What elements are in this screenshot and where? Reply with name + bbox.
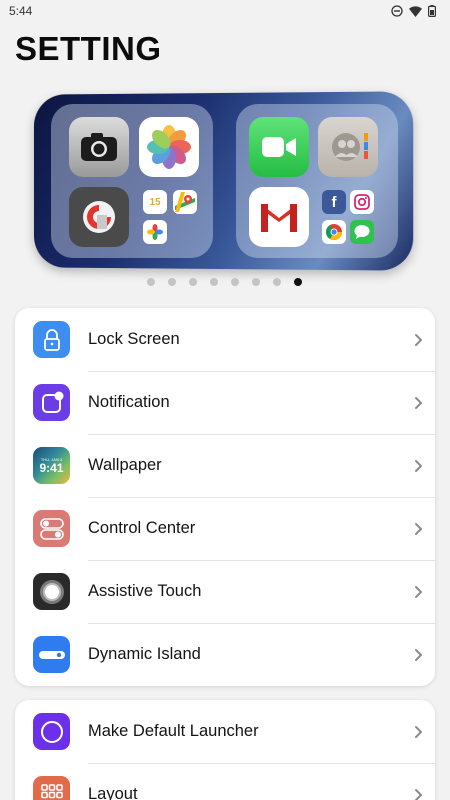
wallpaper-icon: THU, JAN 3 9:41 [33, 447, 70, 484]
maps-app-icon [173, 190, 197, 214]
launcher-preview-banner[interactable]: 15 f [30, 91, 414, 271]
page-dot[interactable] [147, 278, 155, 286]
status-time: 5:44 [9, 4, 33, 18]
setting-label: Lock Screen [88, 330, 180, 348]
facebook-app-icon: f [322, 190, 346, 214]
dynamic-island-icon [33, 636, 70, 673]
page-dot[interactable] [210, 278, 218, 286]
toggle-icon [33, 510, 70, 547]
page-dot[interactable] [273, 278, 281, 286]
chevron-right-icon [415, 522, 422, 535]
setting-label: Assistive Touch [88, 582, 202, 600]
setting-notification[interactable]: Notification [15, 371, 435, 434]
photos-app-icon [139, 117, 199, 177]
page-title: SETTING [15, 30, 162, 67]
pinwheel-app-icon [143, 220, 167, 244]
app-folder-left: 15 [51, 104, 213, 258]
page-dot[interactable] [231, 278, 239, 286]
setting-control-center[interactable]: Control Center [15, 497, 435, 560]
calendar-app-icon: 15 [143, 190, 167, 214]
wifi-icon [409, 5, 422, 17]
messages-app-icon [350, 220, 374, 244]
chevron-right-icon [415, 648, 422, 661]
chevron-right-icon [415, 585, 422, 598]
setting-label: Dynamic Island [88, 645, 201, 663]
lock-icon [33, 321, 70, 358]
status-icons [391, 5, 436, 17]
chevron-right-icon [415, 459, 422, 472]
setting-label: Make Default Launcher [88, 722, 259, 740]
app-folder-right: f [236, 104, 398, 258]
chevron-right-icon [415, 788, 422, 800]
assistive-touch-icon [33, 573, 70, 610]
gmail-app-icon [249, 187, 309, 247]
chevron-right-icon [415, 333, 422, 346]
page-dot[interactable] [168, 278, 176, 286]
setting-wallpaper[interactable]: THU, JAN 3 9:41 Wallpaper [15, 434, 435, 497]
notification-icon [33, 384, 70, 421]
setting-lock-screen[interactable]: Lock Screen [15, 308, 435, 371]
chevron-right-icon [415, 396, 422, 409]
page-dot[interactable] [252, 278, 260, 286]
setting-dynamic-island[interactable]: Dynamic Island [15, 623, 435, 686]
setting-label: Wallpaper [88, 456, 162, 474]
launcher-icon [33, 713, 70, 750]
battery-icon [428, 5, 436, 17]
setting-label: Control Center [88, 519, 196, 537]
settings-card-secondary: Make Default Launcher Layout [15, 700, 435, 800]
camera-app-icon [69, 117, 129, 177]
wallpaper-clock: 9:41 [39, 460, 64, 475]
chevron-right-icon [415, 725, 422, 738]
page-indicator[interactable] [147, 278, 302, 286]
setting-default-launcher[interactable]: Make Default Launcher [15, 700, 435, 763]
instagram-app-icon [350, 190, 374, 214]
settings-card-main: Lock Screen Notification THU, JAN 3 9:41… [15, 308, 435, 686]
chrome-app-icon [322, 220, 346, 244]
setting-assistive-touch[interactable]: Assistive Touch [15, 560, 435, 623]
setting-layout[interactable]: Layout [15, 763, 435, 800]
setting-label: Layout [88, 785, 138, 800]
page-dot-active[interactable] [294, 278, 302, 286]
page-dot[interactable] [189, 278, 197, 286]
layout-grid-icon [33, 776, 70, 800]
contacts-app-icon [318, 117, 378, 177]
facetime-app-icon [249, 117, 309, 177]
setting-label: Notification [88, 393, 170, 411]
status-bar: 5:44 [0, 0, 450, 22]
launcher-app-icon [69, 187, 129, 247]
do-not-disturb-icon [391, 5, 403, 17]
